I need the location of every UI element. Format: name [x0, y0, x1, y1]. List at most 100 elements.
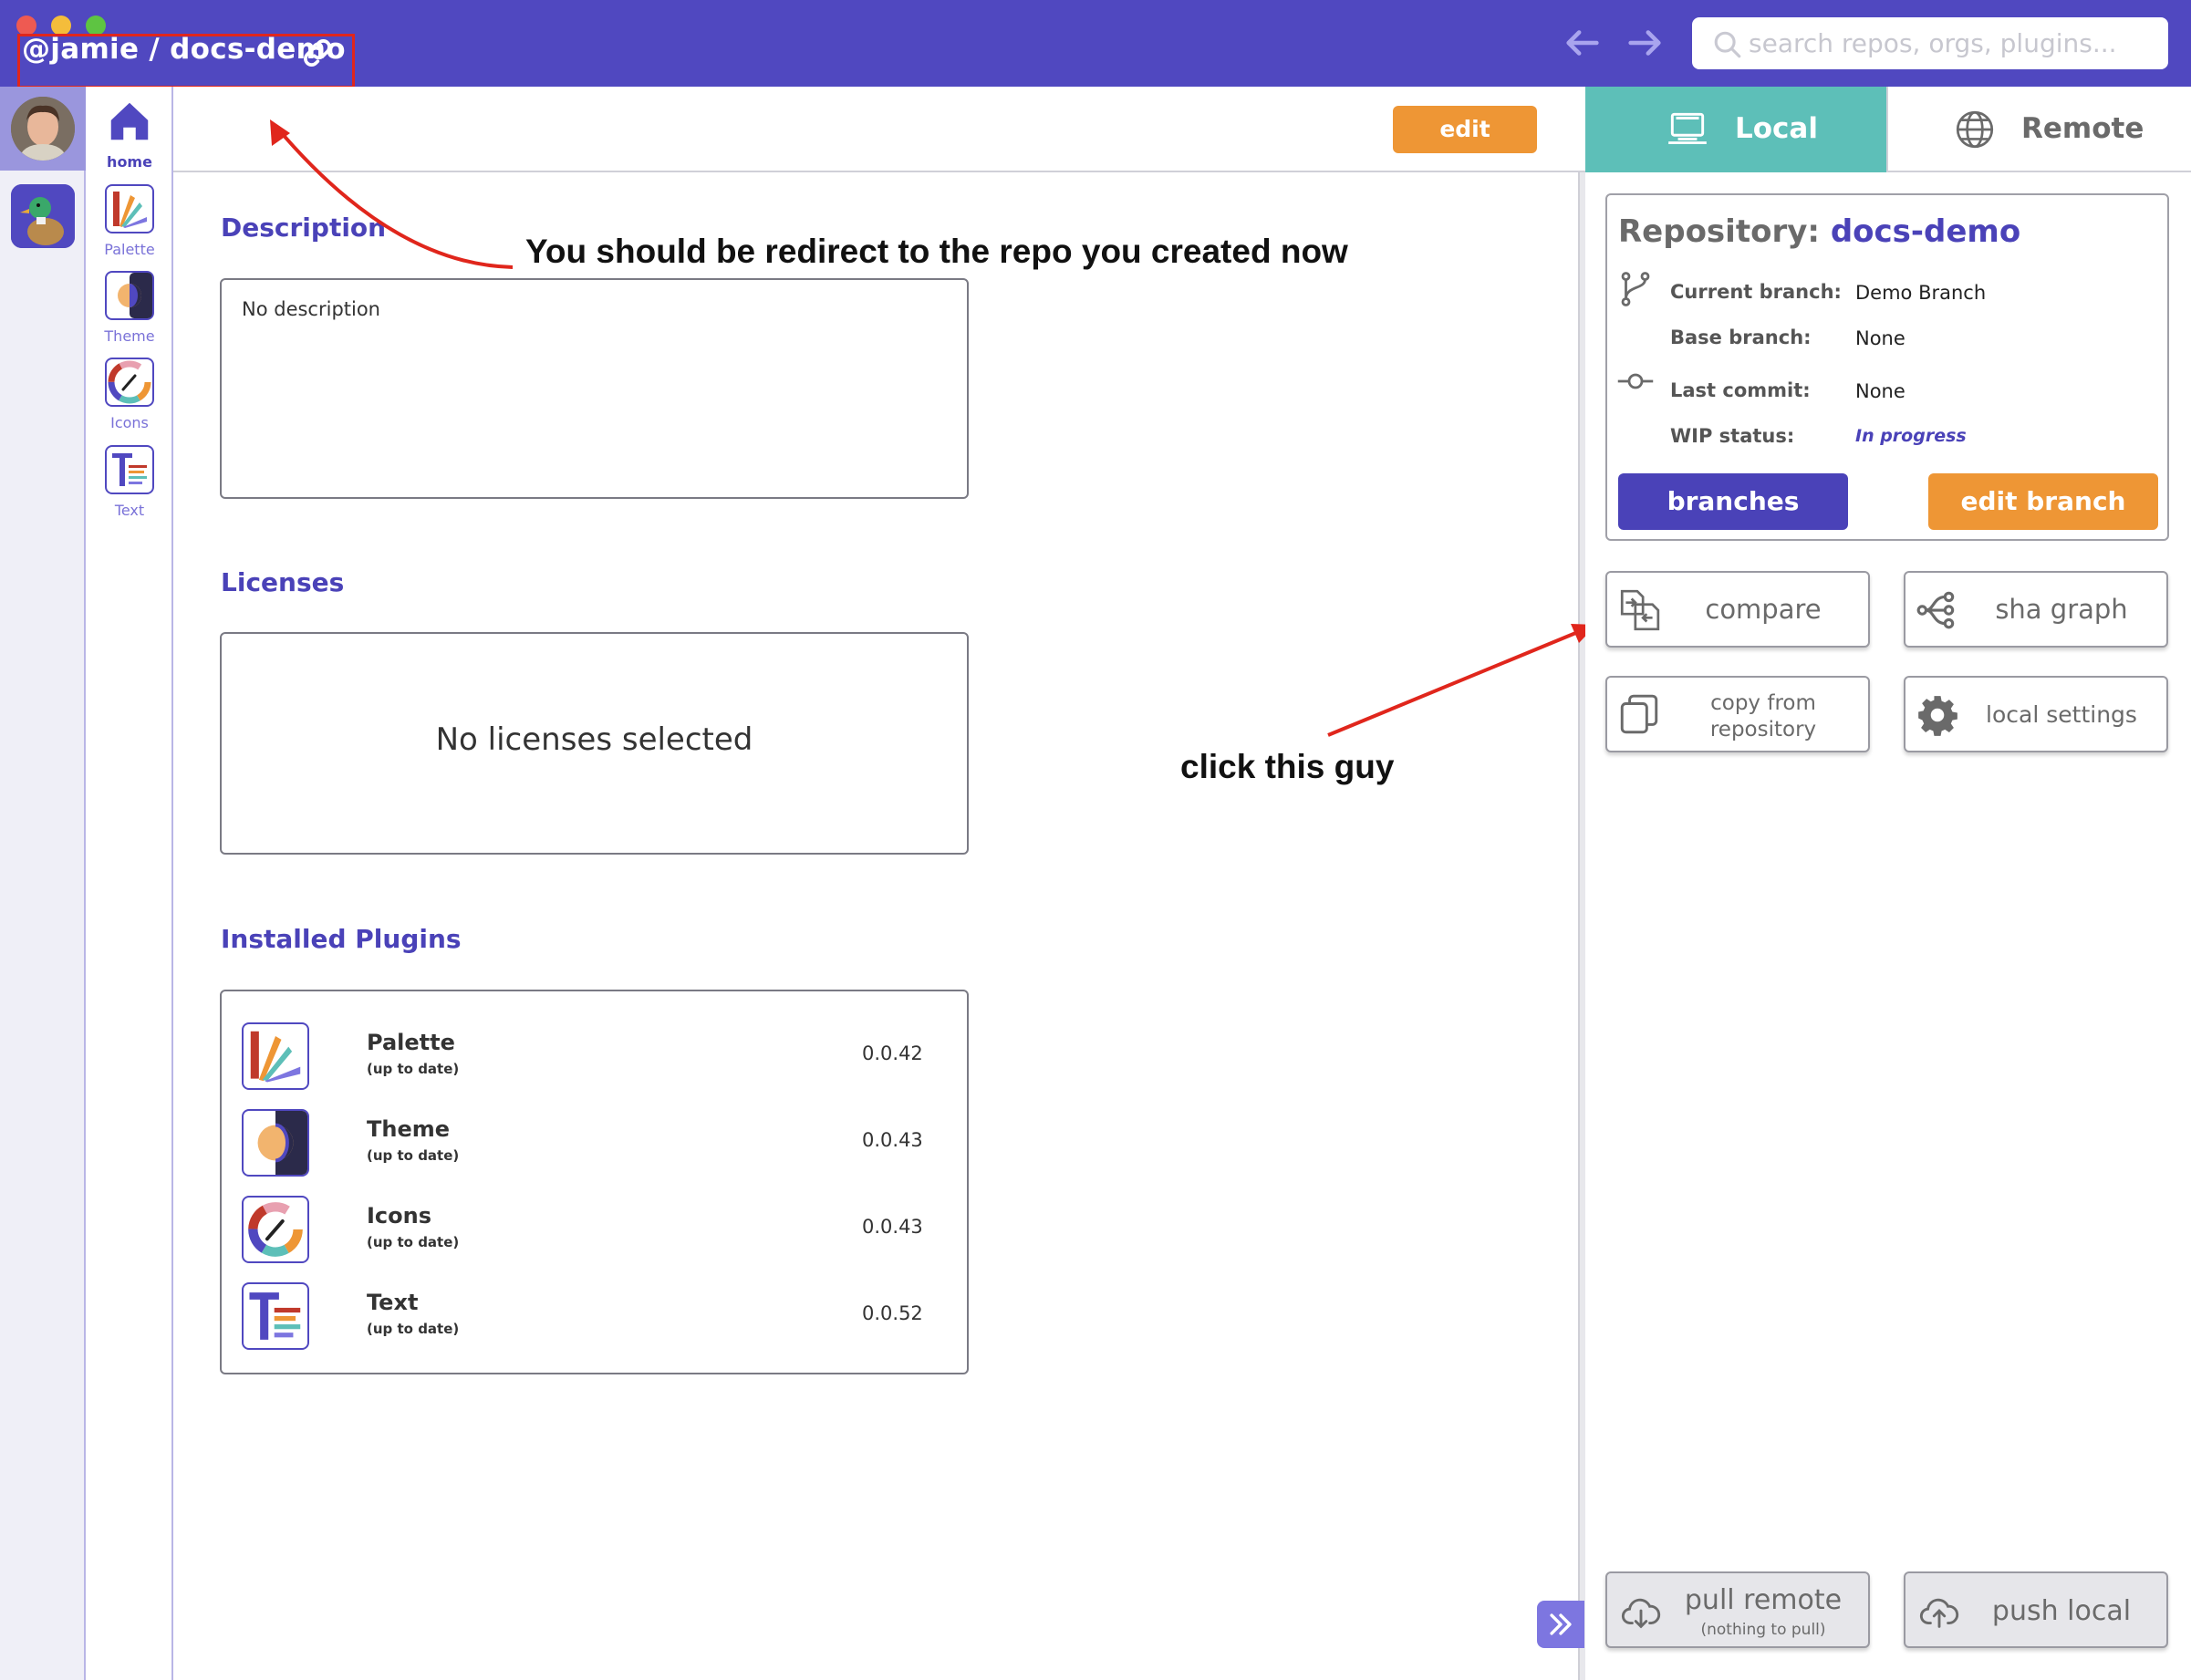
- rail-item-palette[interactable]: Palette: [86, 184, 173, 258]
- push-local-button[interactable]: push local: [1904, 1571, 2168, 1648]
- last-commit-value: None: [1855, 380, 1905, 402]
- double-chevron-right-icon: [1550, 1613, 1572, 1635]
- plugin-status: (up to date): [367, 1147, 460, 1164]
- rail-label-text: Text: [114, 502, 145, 519]
- plugin-name: Icons: [367, 1203, 432, 1229]
- copy-icon: [1620, 694, 1658, 734]
- local-settings-label: local settings: [1986, 701, 2137, 728]
- rail-label-theme: Theme: [104, 327, 155, 345]
- local-settings-button[interactable]: local settings: [1904, 676, 2168, 752]
- text-icon: [242, 1282, 309, 1350]
- branch-icon: [1621, 272, 1650, 306]
- repository-name: docs-demo: [1830, 213, 2021, 250]
- repository-heading: Repository: docs-demo: [1618, 213, 2020, 250]
- tab-remote[interactable]: Remote: [1886, 87, 2191, 172]
- icons-icon: [105, 358, 154, 407]
- user-avatar[interactable]: [11, 97, 75, 161]
- base-branch-value: None: [1855, 327, 1905, 349]
- pull-remote-sublabel: (nothing to pull): [1700, 1621, 1826, 1639]
- rail-item-home[interactable]: home: [86, 97, 173, 171]
- plugin-version: 0.0.43: [862, 1216, 923, 1238]
- redirect-annotation: You should be redirect to the repo you c…: [525, 233, 1348, 270]
- plugin-version: 0.0.42: [862, 1042, 923, 1064]
- palette-icon: [242, 1022, 309, 1090]
- last-commit-label: Last commit:: [1670, 379, 1811, 401]
- sha-graph-label: sha graph: [1995, 594, 2128, 625]
- installed-plugins-heading: Installed Plugins: [221, 924, 462, 954]
- rail-label-home: home: [107, 153, 152, 171]
- icons-icon: [242, 1196, 309, 1263]
- rail-item-icons[interactable]: Icons: [86, 358, 173, 431]
- org-duck-logo[interactable]: [11, 184, 75, 248]
- pull-remote-label: pull remote: [1684, 1584, 1843, 1616]
- no-licenses-text: No licenses selected: [435, 721, 753, 758]
- click-annotation: click this guy: [1180, 748, 1395, 785]
- compare-button[interactable]: compare: [1605, 571, 1870, 648]
- tab-remote-label: Remote: [2021, 112, 2144, 145]
- theme-icon: [105, 271, 154, 320]
- gear-icon: [1918, 696, 1957, 736]
- plugin-version: 0.0.43: [862, 1129, 923, 1151]
- compare-icon: [1620, 589, 1660, 631]
- commit-icon: [1617, 373, 1654, 389]
- plugin-status: (up to date): [367, 1234, 460, 1250]
- current-branch-value: Demo Branch: [1855, 282, 1987, 304]
- rail-label-palette: Palette: [104, 241, 155, 258]
- search-placeholder: search repos, orgs, plugins...: [1749, 28, 2117, 58]
- plugin-status: (up to date): [367, 1061, 460, 1077]
- branches-button[interactable]: branches: [1618, 473, 1848, 530]
- plugin-row[interactable]: Theme (up to date) 0.0.43: [242, 1109, 953, 1180]
- push-local-label: push local: [1991, 1595, 2132, 1627]
- tab-local-label: Local: [1735, 112, 1818, 145]
- compare-label: compare: [1705, 594, 1822, 625]
- copy-label-line1: copy from: [1710, 691, 1816, 715]
- copy-from-repository-label: copy from repository: [1662, 690, 1864, 743]
- pull-remote-button[interactable]: pull remote (nothing to pull): [1605, 1571, 1870, 1648]
- plugin-status: (up to date): [367, 1321, 460, 1337]
- description-text: No description: [242, 298, 380, 320]
- sha-graph-icon: [1916, 591, 1955, 629]
- edit-branch-button[interactable]: edit branch: [1928, 473, 2158, 530]
- plugin-name: Palette: [367, 1030, 455, 1055]
- plugin-row[interactable]: Palette (up to date) 0.0.42: [242, 1022, 953, 1094]
- rail-item-theme[interactable]: Theme: [86, 271, 173, 345]
- text-icon: [105, 445, 154, 494]
- theme-icon: [242, 1109, 309, 1177]
- app-window: @jamie / docs-demo search repos, orgs, p…: [0, 0, 2191, 1680]
- plugin-version: 0.0.52: [862, 1302, 923, 1324]
- licenses-heading: Licenses: [221, 567, 345, 597]
- palette-icon: [105, 184, 154, 233]
- forward-arrow-icon[interactable]: [1624, 22, 1666, 64]
- content-toolbar: [173, 87, 1585, 172]
- licenses-box: No licenses selected: [220, 632, 969, 855]
- wip-status-label: WIP status:: [1670, 425, 1795, 447]
- description-box: No description: [220, 278, 969, 499]
- back-arrow-icon[interactable]: [1562, 22, 1604, 64]
- rail-label-icons: Icons: [110, 414, 149, 431]
- wip-status-value: In progress: [1855, 426, 1967, 446]
- copy-from-repository-button[interactable]: copy from repository: [1605, 676, 1870, 752]
- search-input[interactable]: search repos, orgs, plugins...: [1692, 17, 2168, 69]
- title-highlight-box: [17, 34, 355, 88]
- copy-label-line2: repository: [1709, 718, 1817, 741]
- plugin-name: Text: [367, 1290, 419, 1315]
- cloud-upload-icon: [1919, 1598, 1959, 1628]
- search-icon: [1714, 31, 1741, 58]
- cloud-download-icon: [1621, 1598, 1661, 1629]
- plugin-row[interactable]: Text (up to date) 0.0.52: [242, 1282, 953, 1353]
- installed-plugins-box: Palette (up to date) 0.0.42 Theme (up to…: [220, 990, 969, 1374]
- globe-icon: [1956, 110, 1994, 149]
- plugin-row[interactable]: Icons (up to date) 0.0.43: [242, 1196, 953, 1267]
- account-rail: [0, 87, 86, 1680]
- edit-button[interactable]: edit: [1393, 106, 1537, 153]
- tab-local[interactable]: Local: [1585, 87, 1886, 172]
- home-icon: [110, 102, 149, 140]
- rail-item-text[interactable]: Text: [86, 445, 173, 519]
- collapse-panel-button[interactable]: [1537, 1601, 1584, 1648]
- repository-label: Repository:: [1618, 213, 1820, 250]
- plugin-name: Theme: [367, 1116, 451, 1142]
- description-heading: Description: [221, 213, 387, 243]
- current-branch-label: Current branch:: [1670, 281, 1842, 303]
- laptop-icon: [1668, 112, 1707, 145]
- sha-graph-button[interactable]: sha graph: [1904, 571, 2168, 648]
